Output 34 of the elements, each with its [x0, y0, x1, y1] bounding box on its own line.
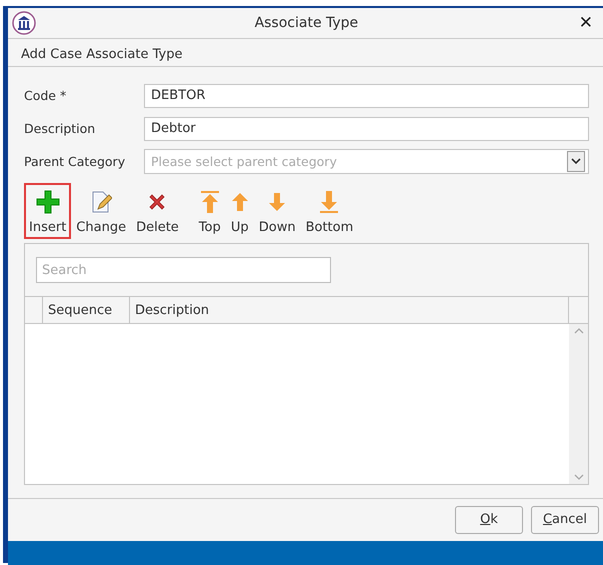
building-logo-icon: [12, 11, 36, 35]
arrow-to-bottom-icon: [319, 190, 340, 214]
toolbar-button[interactable]: Delete: [131, 183, 184, 239]
field-label: Code *: [24, 88, 68, 103]
column-header[interactable]: Sequence: [43, 297, 130, 323]
dropdown-field[interactable]: Please select parent category: [144, 149, 589, 174]
search-field[interactable]: Search: [36, 257, 331, 283]
scroll-down-icon[interactable]: [574, 474, 584, 480]
toolbar-button[interactable]: Up: [226, 183, 254, 239]
toolbar-button[interactable]: Insert: [24, 183, 72, 239]
toolbar-button[interactable]: Bottom: [300, 183, 358, 239]
dialog-button[interactable]: Ok: [455, 506, 523, 534]
section-title: Add Case Associate Type: [21, 46, 182, 62]
field-label: Parent Category: [24, 154, 126, 169]
arrow-to-top-icon: [200, 190, 220, 214]
chevron-down-icon: [571, 158, 581, 165]
scroll-up-icon[interactable]: [574, 328, 584, 334]
column-header[interactable]: Description: [130, 297, 569, 323]
text-field[interactable]: DEBTOR: [144, 84, 589, 108]
document-pencil-icon: [90, 190, 112, 214]
close-button[interactable]: ✕: [576, 13, 595, 33]
field-label: Description: [24, 121, 96, 136]
arrow-down-icon: [268, 192, 286, 212]
toolbar-button[interactable]: Down: [254, 183, 301, 239]
text-field[interactable]: Debtor: [144, 116, 589, 140]
cross-icon: [147, 192, 168, 212]
toolbar-button[interactable]: Change: [71, 183, 132, 239]
vertical-scrollbar[interactable]: [569, 324, 588, 484]
window-title: Associate Type: [254, 15, 360, 31]
dialog-button[interactable]: Cancel: [531, 506, 599, 534]
plus-icon: [36, 190, 60, 214]
dropdown-button[interactable]: [567, 151, 585, 172]
toolbar-button[interactable]: Top: [194, 183, 226, 239]
arrow-up-icon: [230, 192, 249, 212]
